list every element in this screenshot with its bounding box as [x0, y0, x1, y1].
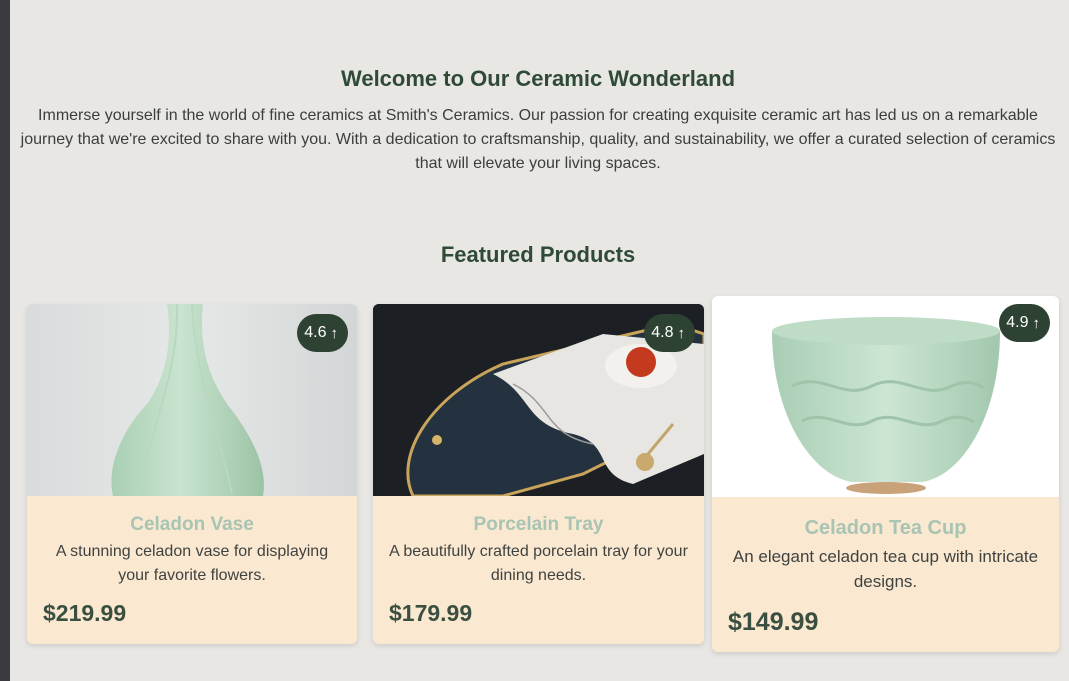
- product-price: $149.99: [728, 608, 819, 636]
- window-edge: [0, 0, 10, 681]
- product-image-tea-cup: 4.9 ↑: [712, 296, 1059, 497]
- welcome-text: Immerse yourself in the world of fine ce…: [20, 107, 1056, 172]
- rating-badge: 4.8 ↑: [644, 314, 695, 352]
- product-image-tray: 4.8 ↑: [373, 304, 704, 496]
- product-description: A beautifully crafted porcelain tray for…: [389, 543, 688, 584]
- product-price: $179.99: [389, 600, 473, 626]
- product-description: An elegant celadon tea cup with intricat…: [732, 547, 1039, 591]
- rating-value: 4.9: [1006, 314, 1029, 331]
- product-description: A stunning celadon vase for displaying y…: [55, 543, 329, 584]
- arrow-up-icon: ↑: [677, 324, 686, 342]
- product-card-celadon-vase[interactable]: 4.6 ↑ Celadon Vase A stunning celadon va…: [27, 304, 357, 644]
- arrow-up-icon: ↑: [330, 324, 339, 342]
- product-image-vase: 4.6 ↑: [27, 304, 357, 496]
- featured-products-title: Featured Products: [440, 242, 636, 267]
- welcome-title: Welcome to Our Ceramic Wonderland: [340, 66, 736, 91]
- welcome-section: Welcome to Our Ceramic Wonderland Immers…: [20, 66, 1056, 176]
- rating-badge: 4.6 ↑: [297, 314, 348, 352]
- arrow-up-icon: ↑: [1032, 314, 1041, 332]
- product-card-porcelain-tray[interactable]: 4.8 ↑ Porcelain Tray A beautifully craft…: [373, 304, 704, 644]
- rating-value: 4.8: [651, 324, 674, 341]
- rating-badge: 4.9 ↑: [999, 304, 1050, 342]
- product-name[interactable]: Celadon Tea Cup: [728, 517, 1043, 540]
- product-name[interactable]: Celadon Vase: [43, 514, 341, 536]
- product-price: $219.99: [43, 600, 127, 626]
- rating-value: 4.6: [304, 324, 327, 341]
- product-name[interactable]: Porcelain Tray: [389, 514, 688, 536]
- product-card-celadon-tea-cup[interactable]: 4.9 ↑ Celadon Tea Cup An elegant celadon…: [712, 296, 1059, 652]
